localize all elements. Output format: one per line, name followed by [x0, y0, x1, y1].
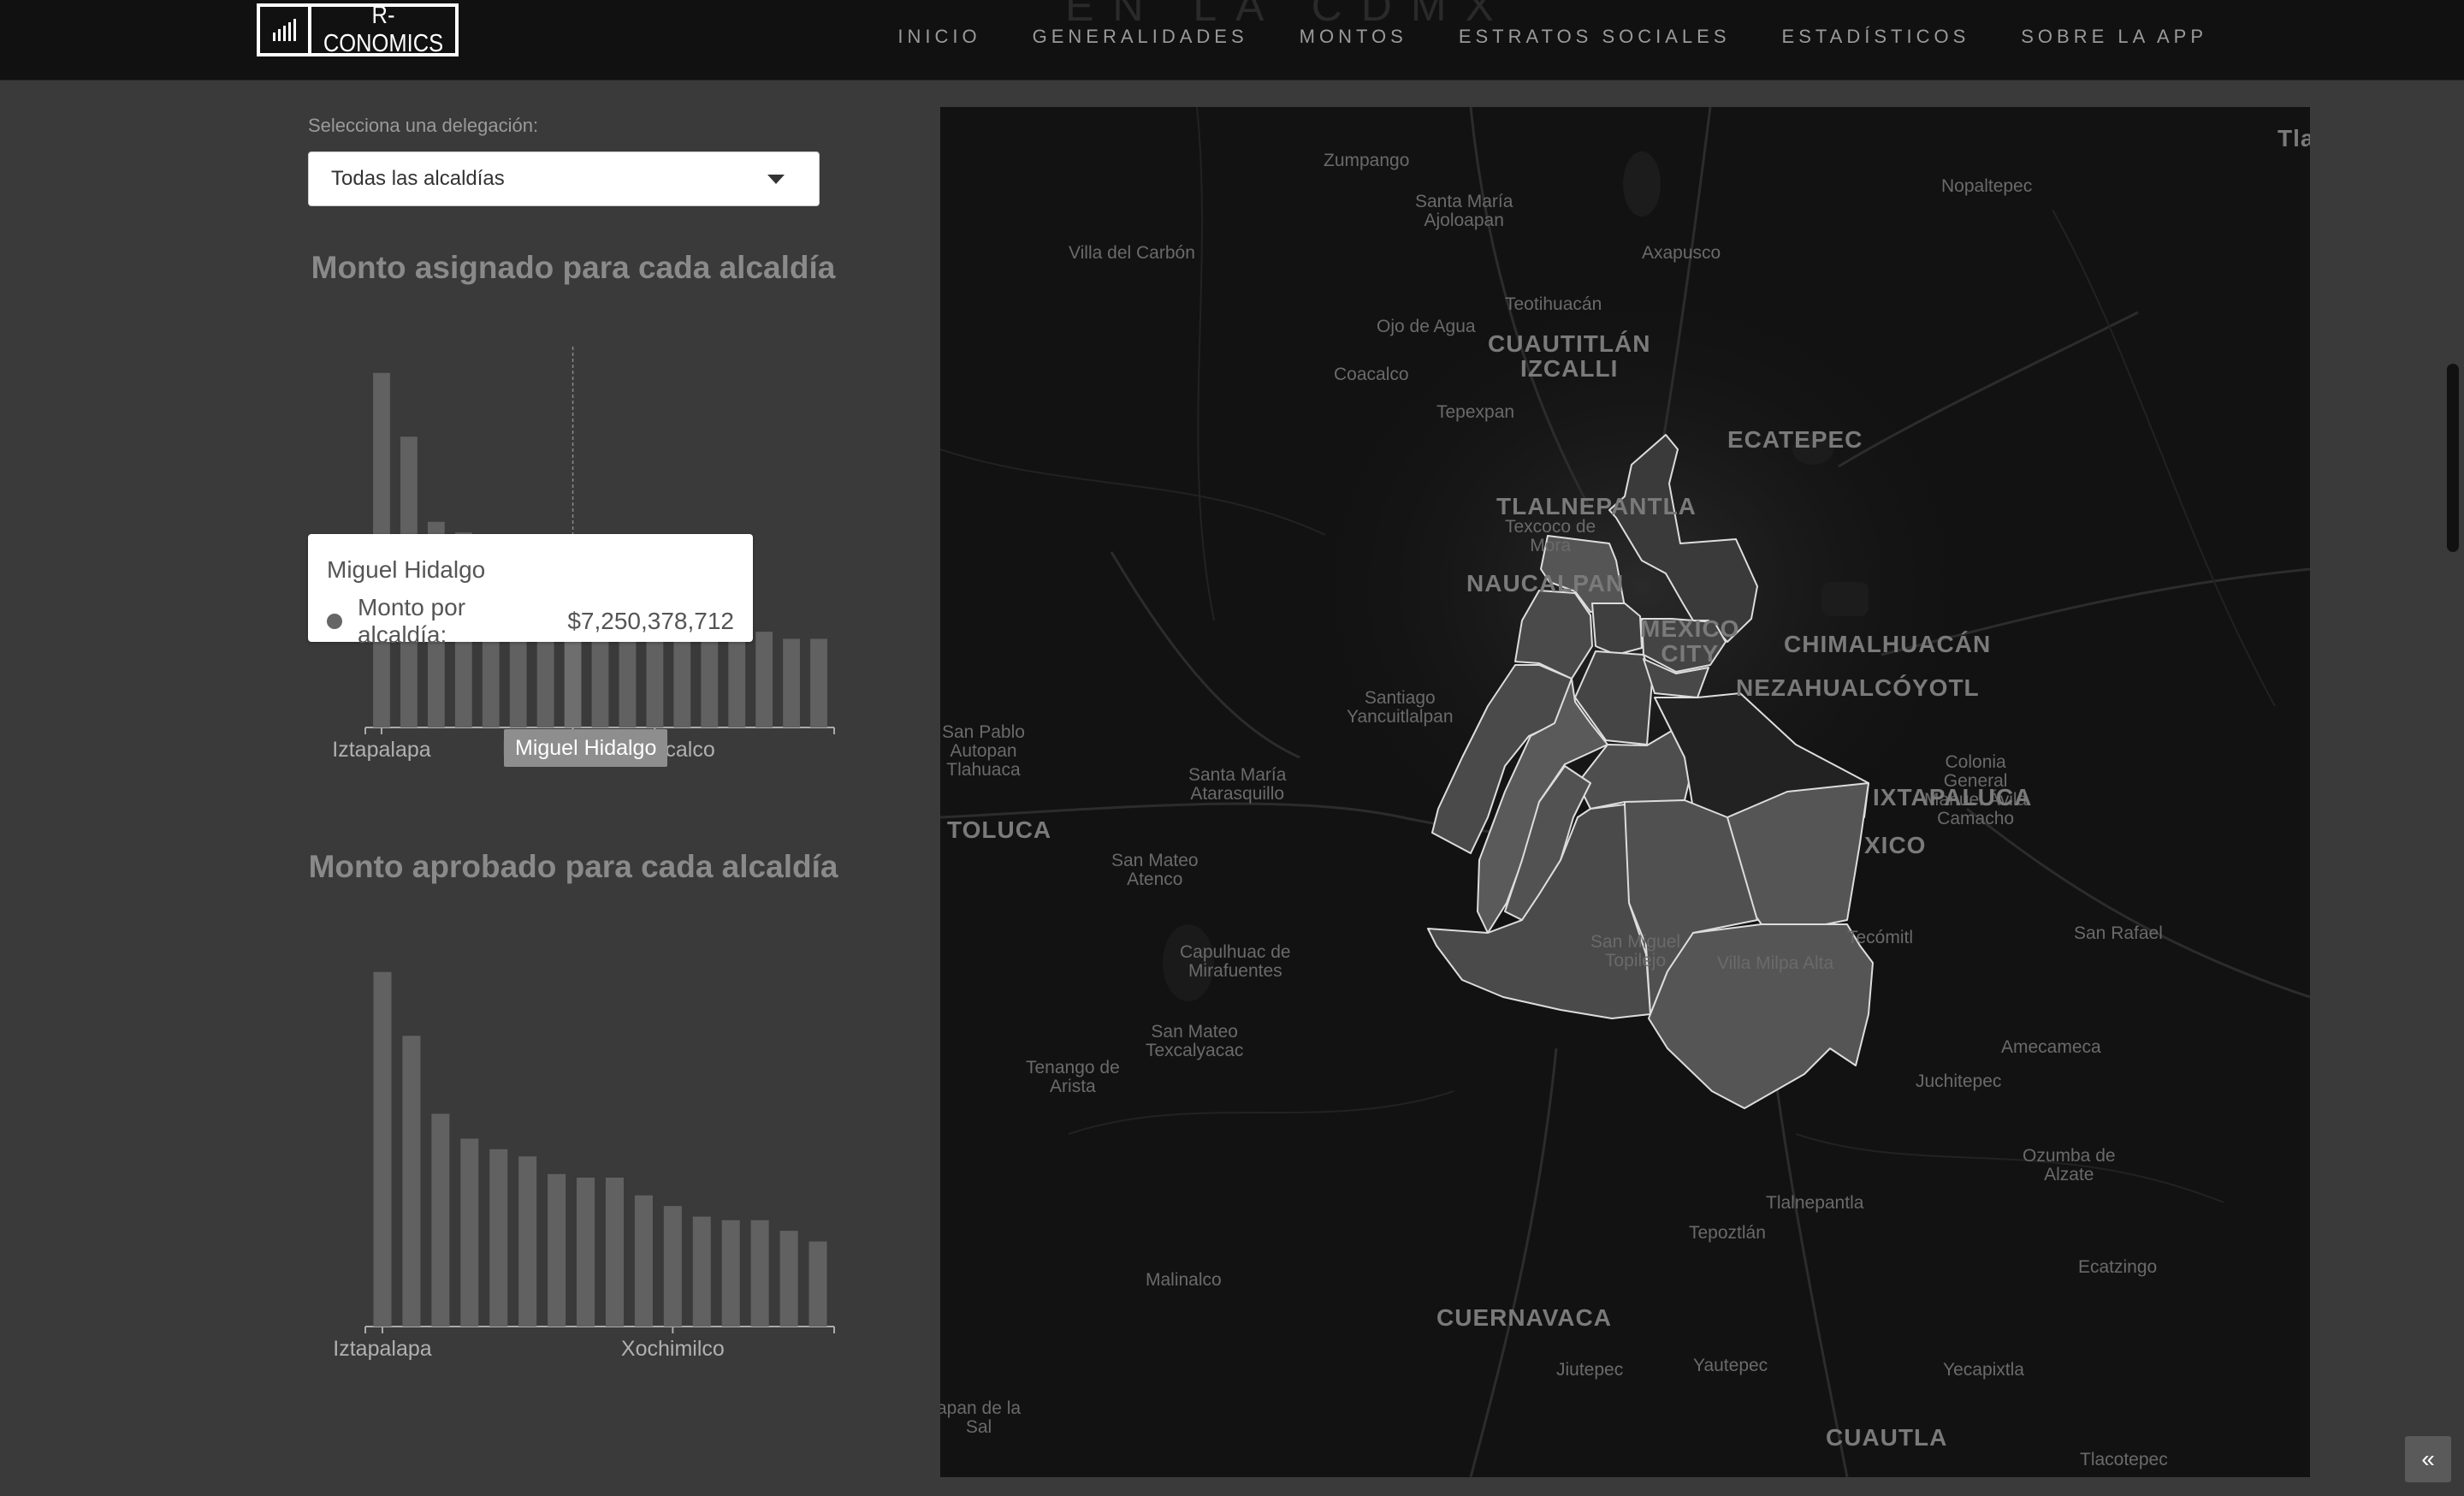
map-place-label: Tenango de Arista	[1026, 1058, 1120, 1097]
bar	[779, 1231, 798, 1327]
map-place-label: IXTAPALUCA	[1873, 784, 2033, 810]
double-chevron-up-icon: «	[2421, 1446, 2435, 1472]
bar	[634, 1195, 653, 1327]
alcaldia-milpa-alta	[1648, 923, 1874, 1109]
map-place-label: Santa María Ajoloapan	[1415, 192, 1513, 231]
x-tick-label: Iztapalapa	[333, 1337, 431, 1361]
map-place-label: Zumpango	[1324, 151, 1410, 170]
map-place-label: Amecameca	[2001, 1037, 2101, 1057]
map-place-label: Santiago Yancuitlalpan	[1347, 688, 1454, 727]
map-place-label: Tlan	[2277, 125, 2310, 151]
x-tick-label: calco	[665, 738, 714, 762]
map-place-label: Coacalco	[1334, 365, 1409, 384]
main-nav: INICIO GENERALIDADES MONTOS ESTRATOS SOC…	[846, 0, 2207, 74]
chart-tooltip: Miguel Hidalgo Monto por alcaldía: $7,25…	[308, 534, 753, 648]
bar	[489, 1149, 508, 1327]
map-place-label: Tecómitl	[1847, 928, 1914, 947]
map-place-label: Santa María Atarasquillo	[1188, 765, 1287, 804]
bar	[373, 971, 392, 1327]
brand-logo[interactable]: R-CONOMICS	[257, 2, 459, 57]
bar	[810, 638, 827, 727]
delegation-select-value: Todas las alcaldías	[331, 167, 505, 190]
map-place-label: Villa Milpa Alta	[1717, 953, 1834, 973]
crosshair-x-label: Miguel Hidalgo	[504, 729, 668, 767]
cdmx-map[interactable]: Zumpango Villa del Carbón Santa María Ajolo…	[940, 107, 2310, 1477]
bar	[577, 1178, 595, 1327]
bar	[460, 1138, 479, 1327]
map-place-label: Ecatzingo	[2078, 1257, 2158, 1277]
x-tick-label: Iztapalapa	[332, 738, 430, 762]
map-place-label: Capulhuac de Mirafuentes	[1180, 942, 1291, 982]
map-place-label: San Mateo Texcalyacac	[1146, 1022, 1244, 1061]
map-place-label: CHIMALHUACÁN	[1784, 631, 1992, 657]
bar	[402, 1036, 421, 1327]
map-place-label: CUAUTITLÁN IZCALLI	[1488, 330, 1651, 383]
map-place-label: XICO	[1864, 832, 1927, 858]
tooltip-title: Miguel Hidalgo	[327, 556, 486, 583]
bar	[431, 1113, 450, 1327]
map-place-label: TOLUCA	[947, 816, 1052, 843]
map-place-label: MEXICO CITY	[1640, 615, 1740, 668]
nav-generalidades[interactable]: GENERALIDADES	[1033, 26, 1248, 48]
nav-estratos-sociales[interactable]: ESTRATOS SOCIALES	[1459, 26, 1731, 48]
map-place-label: San Miguel Topilejo	[1590, 932, 1681, 971]
map-place-label: San Mateo Atenco	[1111, 851, 1199, 890]
map-place-label: Tlalnepantla	[1766, 1193, 1864, 1213]
map-place-label: Juchitepec	[1916, 1072, 2002, 1091]
delegation-select[interactable]: Todas las alcaldías	[308, 151, 820, 206]
map-place-label: NEZAHUALCÓYOTL	[1736, 674, 1980, 701]
map-place-label: Villa del Carbón	[1069, 243, 1195, 263]
chart-title-aprobado: Monto aprobado para cada alcaldía	[308, 849, 838, 884]
map-place-label: Yautepec	[1693, 1356, 1768, 1375]
nav-sobre-la-app[interactable]: SOBRE LA APP	[2021, 26, 2207, 48]
scroll-to-top-button[interactable]: «	[2405, 1436, 2451, 1482]
bar	[518, 1156, 537, 1327]
bar	[605, 1178, 624, 1327]
map-place-label: Ozumba de Alzate	[2023, 1146, 2116, 1185]
nav-montos[interactable]: MONTOS	[1300, 26, 1407, 48]
series-dot-icon	[327, 614, 342, 629]
map-place-label: Texcoco de Mora	[1505, 517, 1596, 556]
map-place-label: Tepexpan	[1436, 402, 1515, 422]
map-place-label: Jiutepec	[1556, 1360, 1624, 1380]
bar	[750, 1220, 769, 1327]
map-place-label: CUAUTLA	[1826, 1424, 1948, 1451]
bar	[548, 1173, 566, 1327]
map-place-label: Malinalco	[1146, 1270, 1222, 1290]
map-place-label: Tepoztlán	[1689, 1223, 1766, 1243]
top-navbar: EN LA CDMX R-CONOMICS INICIO GENERALIDAD…	[0, 0, 2464, 80]
map-place-label: San Rafael	[2074, 923, 2163, 943]
bar	[692, 1216, 711, 1327]
brand-name: R-CONOMICS	[323, 2, 444, 57]
tooltip-value: $7,250,378,712	[567, 608, 734, 634]
bar	[721, 1220, 740, 1327]
delegation-select-label: Selecciona una delegación:	[308, 115, 539, 136]
map-place-label: CUERNAVACA	[1436, 1304, 1612, 1331]
map-place-label: San Pablo Autopan Tlahuaca	[942, 722, 1025, 781]
map-place-label: NAUCALPAN	[1466, 570, 1625, 597]
map-place-label: Teotihuacán	[1505, 294, 1602, 314]
map-place-label: Axapusco	[1642, 243, 1721, 263]
map-place-label: Nopaltepec	[1941, 176, 2033, 196]
map-place-label: ECATEPEC	[1727, 426, 1863, 453]
bar	[755, 632, 773, 727]
x-tick-label: Xochimilco	[621, 1337, 725, 1361]
nav-inicio[interactable]: INICIO	[897, 26, 980, 48]
map-place-label: Tlacotepec	[2080, 1450, 2168, 1469]
tooltip-series-label: Monto por alcaldía:	[357, 594, 466, 648]
caret-down-icon	[767, 175, 785, 184]
page-scrollbar-thumb[interactable]	[2447, 364, 2459, 552]
map-place-label: Yecapixtla	[1943, 1360, 2024, 1380]
bar	[808, 1241, 827, 1327]
bar	[783, 638, 800, 727]
map-place-label: TLALNEPANTLA	[1496, 493, 1697, 519]
bar-chart-icon	[260, 7, 311, 53]
bar	[663, 1206, 682, 1327]
map-place-label: apan de la Sal	[940, 1398, 1022, 1438]
alcaldia-cuauhtemoc	[1591, 603, 1643, 656]
map-place-label: Ojo de Agua	[1377, 317, 1476, 336]
chart-title-asignado: Monto asignado para cada alcaldía	[311, 250, 836, 285]
chart-monto-aprobado: Iztapalapa Xochimilco	[333, 971, 835, 1361]
nav-estadisticos[interactable]: ESTADÍSTICOS	[1782, 26, 1970, 48]
